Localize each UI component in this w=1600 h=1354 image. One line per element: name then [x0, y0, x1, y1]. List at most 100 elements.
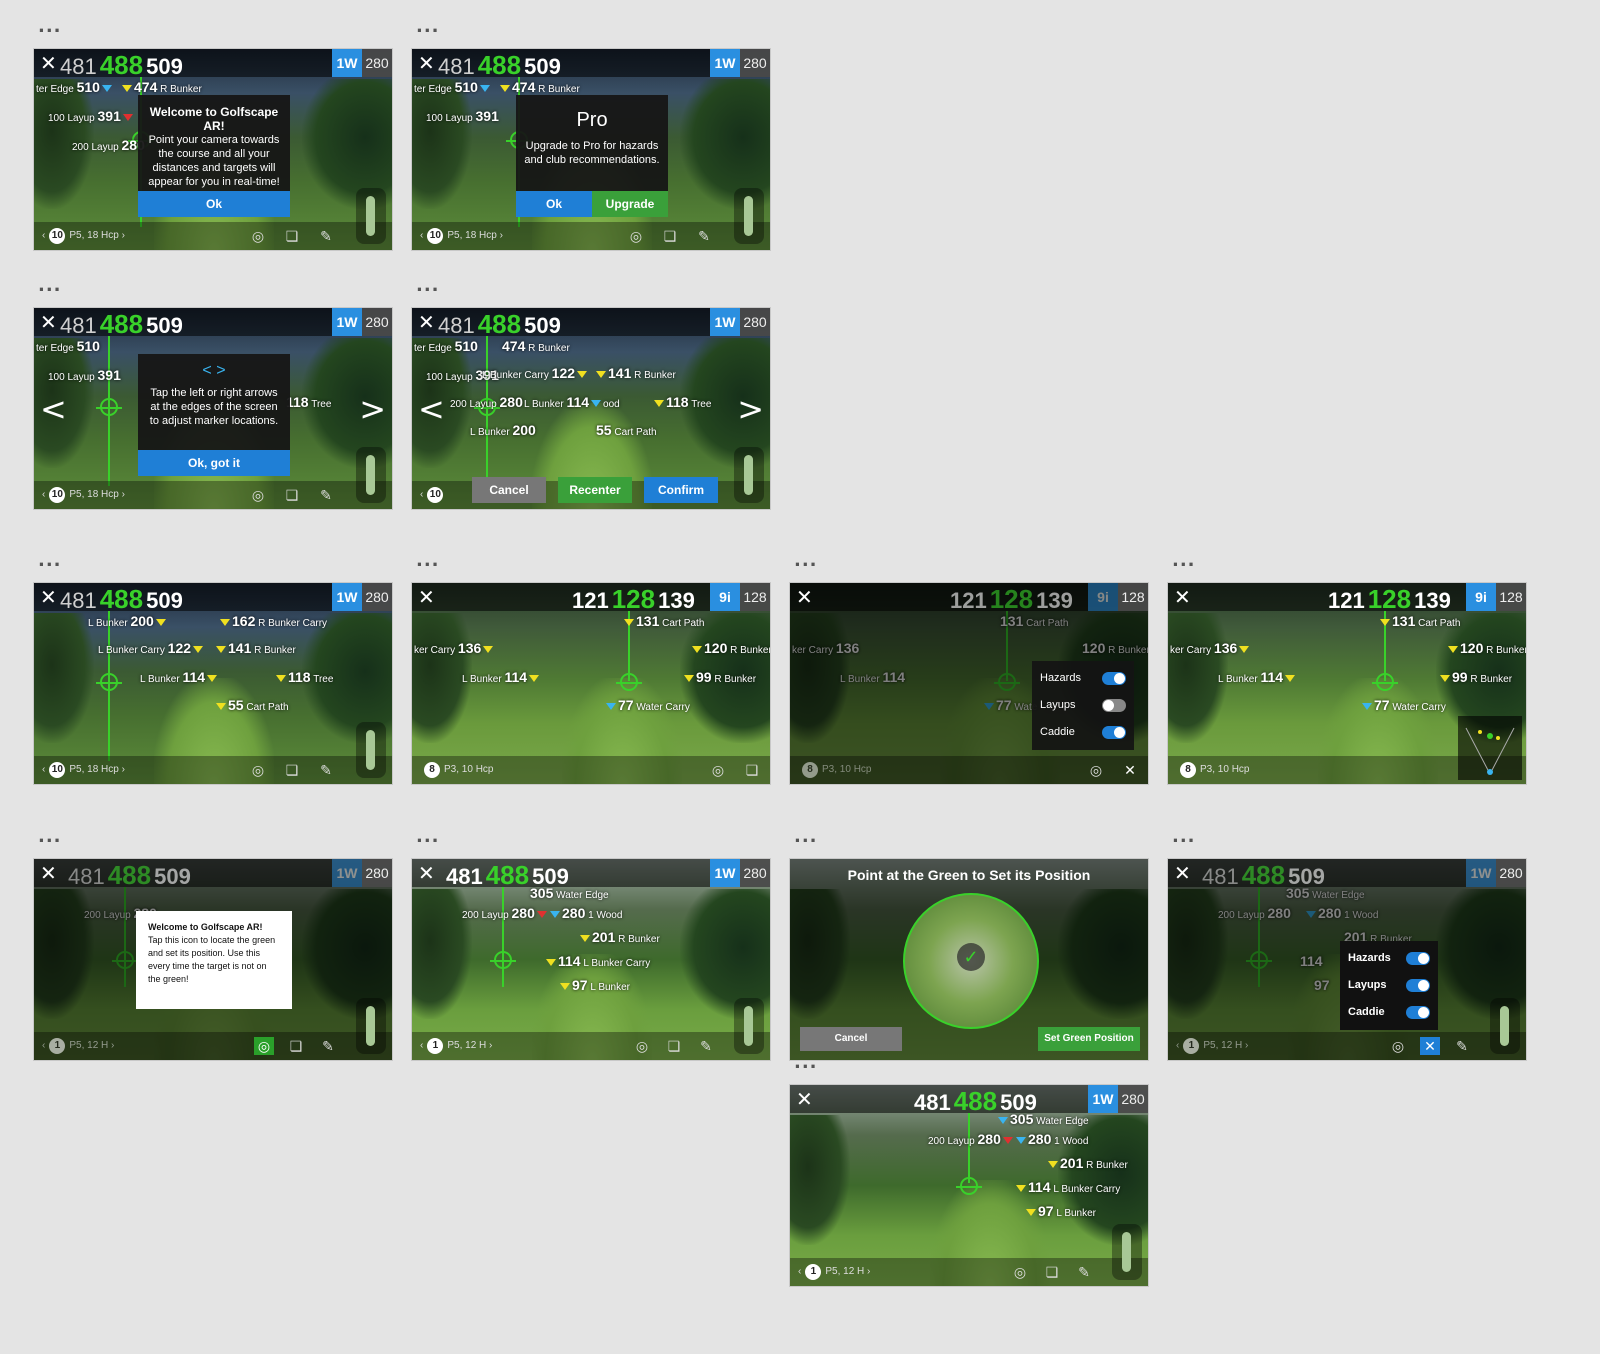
toggle-row-caddie[interactable]: Caddie — [1348, 999, 1430, 1026]
target-icon[interactable]: ◎ — [1010, 1263, 1030, 1281]
hole-selector[interactable]: ‹ 1 P5, 12 H › — [420, 1038, 492, 1054]
hazards-toggle[interactable] — [1102, 672, 1126, 685]
layups-toggle[interactable] — [1102, 699, 1126, 712]
hole-map-thumbnail[interactable] — [734, 447, 764, 503]
cancel-button[interactable]: Cancel — [800, 1027, 902, 1051]
screen-menu-dots[interactable]: ... — [38, 828, 62, 846]
screen-menu-dots[interactable]: ... — [1172, 828, 1196, 846]
layers-icon[interactable]: ❏ — [282, 486, 302, 504]
club-badge[interactable]: 1W — [332, 583, 362, 611]
hole-selector[interactable]: 8 P3, 10 Hcp — [1176, 762, 1249, 778]
close-icon[interactable]: ✕ — [796, 585, 813, 609]
ok-got-it-button[interactable]: Ok, got it — [138, 450, 290, 476]
hole-selector[interactable]: ‹ 10 P5, 18 Hcp › — [42, 228, 125, 244]
screen-menu-dots[interactable]: ... — [794, 828, 818, 846]
upgrade-button[interactable]: Upgrade — [592, 191, 668, 217]
pencil-icon[interactable]: ✎ — [318, 1037, 338, 1055]
target-icon[interactable]: ◎ — [1388, 1037, 1408, 1055]
hole-map-thumbnail[interactable] — [356, 998, 386, 1054]
target-icon[interactable]: ◎ — [626, 227, 646, 245]
layers-icon[interactable]: ❏ — [660, 227, 680, 245]
screen-menu-dots[interactable]: ... — [38, 552, 62, 570]
target-icon[interactable]: ◎ — [1086, 761, 1106, 779]
club-badge[interactable]: 1W — [710, 308, 740, 336]
club-badge[interactable]: 9i — [710, 583, 740, 611]
hole-map-thumbnail[interactable] — [1490, 998, 1520, 1054]
caddie-toggle[interactable] — [1102, 726, 1126, 739]
layers-icon[interactable]: ❏ — [286, 1037, 306, 1055]
caddie-toggle[interactable] — [1406, 1006, 1430, 1019]
screen-menu-dots[interactable]: ... — [794, 552, 818, 570]
hazards-toggle[interactable] — [1406, 952, 1430, 965]
cancel-button[interactable]: Cancel — [472, 477, 546, 503]
screen-menu-dots[interactable]: ... — [416, 277, 440, 295]
pencil-icon[interactable]: ✎ — [1074, 1263, 1094, 1281]
hole-selector[interactable]: ‹ 10 P5, 18 Hcp › — [42, 487, 125, 503]
layers-icon[interactable]: ❏ — [742, 761, 762, 779]
hole-selector[interactable]: ‹ 10 P5, 18 Hcp › — [42, 762, 125, 778]
layers-icon[interactable]: ❏ — [1042, 1263, 1062, 1281]
left-arrow-icon[interactable]: < — [40, 390, 67, 428]
close-icon[interactable]: ✕ — [40, 310, 57, 334]
hole-selector[interactable]: ‹ 1 P5, 12 H › — [1176, 1038, 1248, 1054]
left-arrow-icon[interactable]: < — [418, 390, 445, 428]
close-icon[interactable]: ✕ — [418, 51, 435, 75]
target-icon[interactable]: ◎ — [632, 1037, 652, 1055]
close-icon[interactable]: ✕ — [40, 861, 57, 885]
hole-map-thumbnail[interactable] — [356, 722, 386, 778]
club-badge[interactable]: 1W — [1466, 859, 1496, 887]
close-icon[interactable]: ✕ — [418, 585, 435, 609]
right-arrow-icon[interactable]: > — [359, 390, 386, 428]
layers-icon[interactable]: ❏ — [664, 1037, 684, 1055]
hole-map-thumbnail[interactable] — [1112, 1224, 1142, 1280]
caddie-radar[interactable] — [1458, 716, 1522, 780]
club-badge[interactable]: 1W — [332, 859, 362, 887]
toggle-row-layups[interactable]: Layups — [1348, 972, 1430, 999]
pencil-icon[interactable]: ✎ — [316, 761, 336, 779]
screen-menu-dots[interactable]: ... — [1172, 552, 1196, 570]
close-icon[interactable]: ✕ — [418, 861, 435, 885]
set-green-position-button[interactable]: Set Green Position — [1038, 1027, 1140, 1051]
target-icon[interactable]: ◎ — [248, 486, 268, 504]
screen-menu-dots[interactable]: ... — [794, 1054, 818, 1072]
hole-selector[interactable]: ‹ 10 P5, 18 Hcp › — [420, 228, 503, 244]
club-badge[interactable]: 1W — [332, 308, 362, 336]
club-badge[interactable]: 1W — [710, 49, 740, 77]
toggle-row-layups[interactable]: Layups — [1040, 692, 1126, 719]
hole-selector[interactable]: 8 P3, 10 Hcp — [798, 762, 871, 778]
hole-selector[interactable]: 8 P3, 10 Hcp — [420, 762, 493, 778]
target-icon[interactable]: ◎ — [708, 761, 728, 779]
club-badge[interactable]: 1W — [332, 49, 362, 77]
pencil-icon[interactable]: ✎ — [696, 1037, 716, 1055]
pencil-icon[interactable]: ✎ — [316, 486, 336, 504]
ok-button[interactable]: Ok — [138, 191, 290, 217]
club-badge[interactable]: 9i — [1088, 583, 1118, 611]
layers-icon[interactable]: ❏ — [282, 227, 302, 245]
close-icon[interactable]: ✕ — [40, 51, 57, 75]
hole-map-thumbnail[interactable] — [734, 998, 764, 1054]
close-icon[interactable]: ✕ — [796, 1087, 813, 1111]
pencil-icon[interactable]: ✎ — [316, 227, 336, 245]
screen-menu-dots[interactable]: ... — [38, 18, 62, 36]
toggle-row-caddie[interactable]: Caddie — [1040, 719, 1126, 746]
hole-selector[interactable]: ‹ 10 — [420, 487, 447, 503]
hole-selector[interactable]: ‹ 1 P5, 12 H › — [798, 1264, 870, 1280]
toggle-row-hazards[interactable]: Hazards — [1348, 945, 1430, 972]
screen-menu-dots[interactable]: ... — [416, 552, 440, 570]
hole-selector[interactable]: ‹ 1 P5, 12 H › — [42, 1038, 114, 1054]
layups-toggle[interactable] — [1406, 979, 1430, 992]
pencil-icon[interactable]: ✎ — [694, 227, 714, 245]
hole-map-thumbnail[interactable] — [734, 188, 764, 244]
hole-map-thumbnail[interactable] — [356, 188, 386, 244]
close-icon[interactable]: ✕ — [40, 585, 57, 609]
toggle-row-hazards[interactable]: Hazards — [1040, 665, 1126, 692]
pencil-icon[interactable]: ✎ — [1452, 1037, 1472, 1055]
confirm-button[interactable]: Confirm — [644, 477, 718, 503]
screen-menu-dots[interactable]: ... — [416, 18, 440, 36]
club-badge[interactable]: 1W — [1088, 1085, 1118, 1113]
club-badge[interactable]: 1W — [710, 859, 740, 887]
layers-icon[interactable]: ❏ — [282, 761, 302, 779]
screen-menu-dots[interactable]: ... — [38, 277, 62, 295]
club-badge[interactable]: 9i — [1466, 583, 1496, 611]
right-arrow-icon[interactable]: > — [737, 390, 764, 428]
